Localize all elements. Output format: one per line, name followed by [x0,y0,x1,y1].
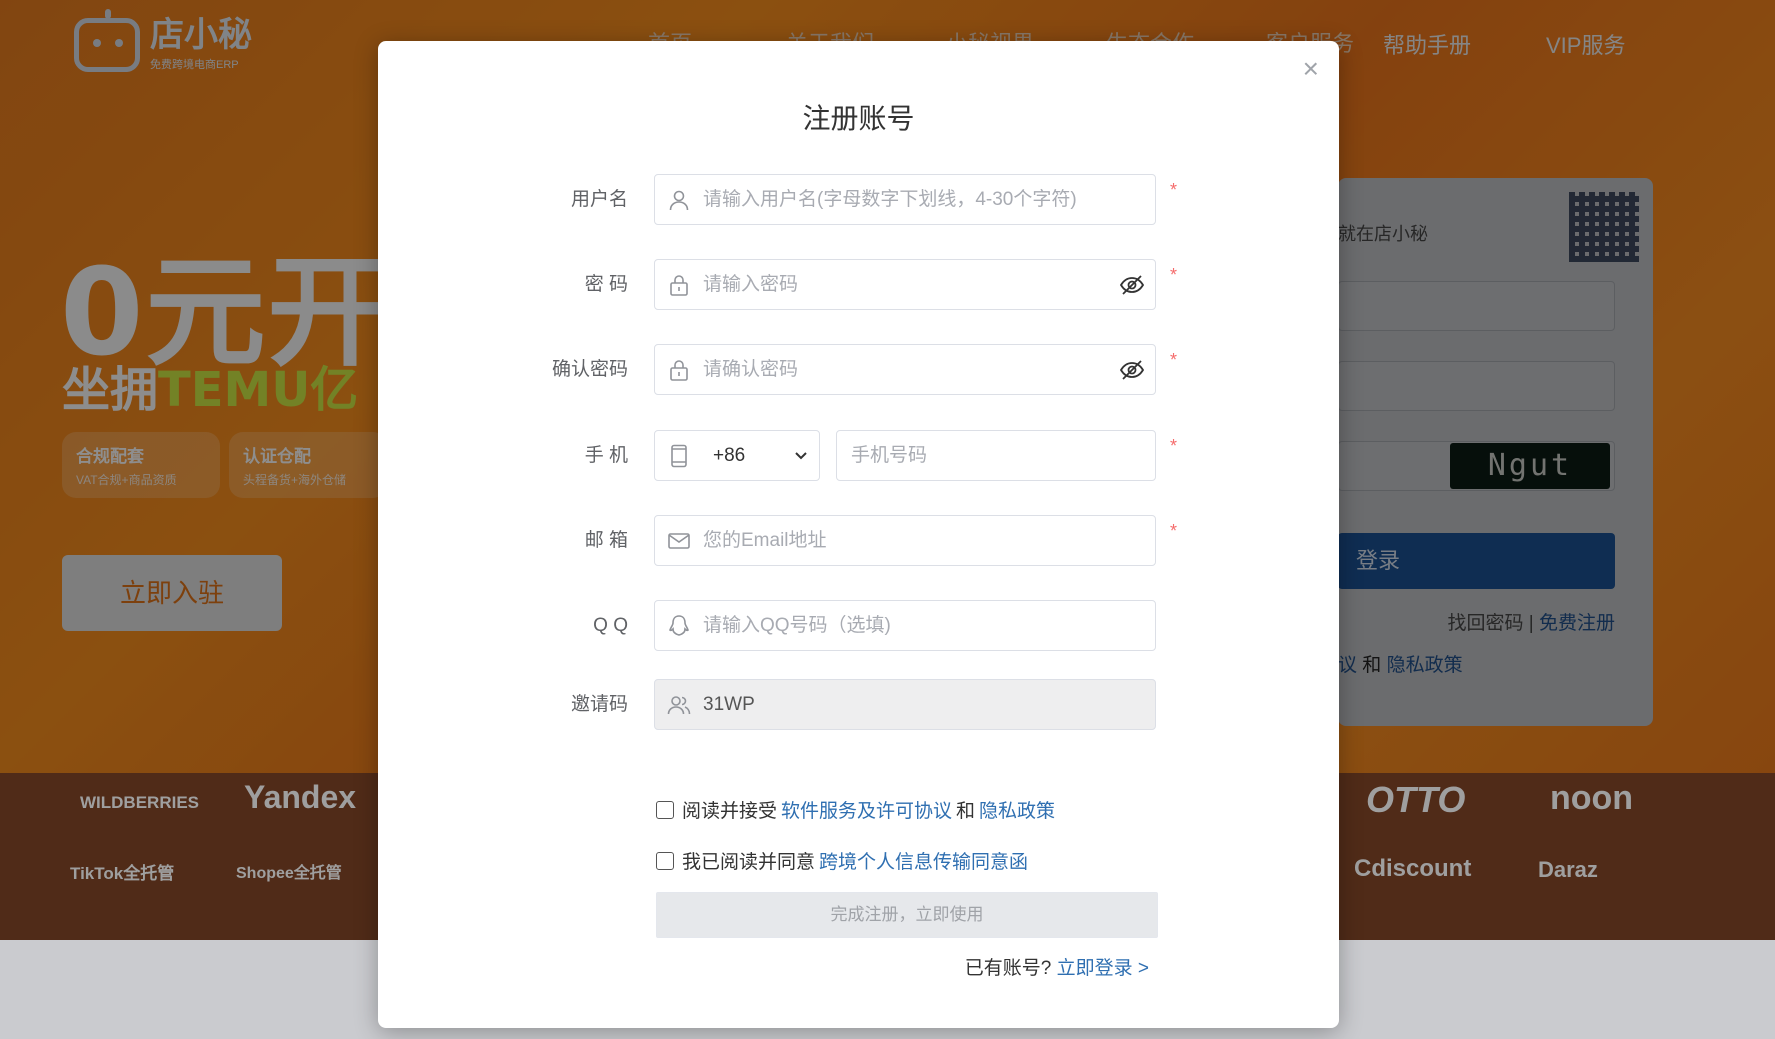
password-label: 密 码 [584,274,628,295]
required-mark: * [1170,265,1178,285]
username-input[interactable] [703,175,1103,224]
confirm-password-input[interactable] [703,345,1103,394]
invite-code-input [703,680,1103,729]
email-field[interactable] [654,515,1156,566]
terms-checkbox[interactable] [656,800,674,819]
qq-input[interactable] [703,601,1103,650]
mobile-phone-icon [671,444,687,468]
confirm-password-label: 确认密码 [551,359,628,380]
chevron-down-icon [795,452,807,460]
invite-code-row: 邀请码 [378,679,1339,730]
lock-icon [670,275,688,296]
cross-border-consent-link[interactable]: 跨境个人信息传输同意函 [819,847,1028,874]
country-code-value: +86 [713,445,746,466]
envelope-icon [668,533,690,549]
username-label: 用户名 [570,189,628,210]
qq-label: Q Q [593,615,628,636]
confirm-password-row: 确认密码 * [378,344,1339,395]
email-input[interactable] [703,516,1103,565]
close-icon[interactable]: × [1303,55,1319,83]
agreement-terms: 阅读并接受 软件服务及许可协议 和 隐私政策 [656,796,1055,823]
service-agreement-link[interactable]: 软件服务及许可协议 [781,796,952,823]
phone-label: 手 机 [584,445,628,466]
eye-hidden-icon[interactable] [1119,273,1145,297]
invite-code-field [654,679,1156,730]
phone-row: 手 机 +86 * [378,430,1339,481]
users-icon [667,696,691,715]
eye-hidden-icon[interactable] [1119,358,1145,382]
password-input[interactable] [703,260,1103,309]
submit-register-button[interactable]: 完成注册，立即使用 [656,892,1158,938]
required-mark: * [1170,180,1178,200]
privacy-policy-link[interactable]: 隐私政策 [979,796,1055,823]
required-mark: * [1170,521,1178,541]
phone-number-input[interactable] [851,431,1141,480]
phone-number-field[interactable] [836,430,1156,481]
agreement-cross-border: 我已阅读并同意 跨境个人信息传输同意函 [656,847,1028,874]
confirm-password-field[interactable] [654,344,1156,395]
required-mark: * [1170,436,1178,456]
lock-icon [670,360,688,381]
register-modal: × 注册账号 用户名 * 密 码 * 确认密码 * 手 机 [378,41,1339,1028]
user-icon [669,190,689,211]
username-field[interactable] [654,174,1156,225]
password-field[interactable] [654,259,1156,310]
cross-border-checkbox[interactable] [656,851,674,870]
username-row: 用户名 * [378,174,1339,225]
modal-title: 注册账号 [802,103,915,134]
email-label: 邮 箱 [584,530,628,551]
qq-penguin-icon [669,615,689,636]
invite-code-label: 邀请码 [570,694,628,715]
required-mark: * [1170,350,1178,370]
email-row: 邮 箱 * [378,515,1339,566]
country-code-select[interactable]: +86 [654,430,820,481]
password-row: 密 码 * [378,259,1339,310]
qq-field[interactable] [654,600,1156,651]
login-now-link[interactable]: 立即登录 > [1057,958,1149,979]
have-account-prompt: 已有账号? 立即登录 > [964,958,1149,979]
qq-row: Q Q [378,600,1339,651]
